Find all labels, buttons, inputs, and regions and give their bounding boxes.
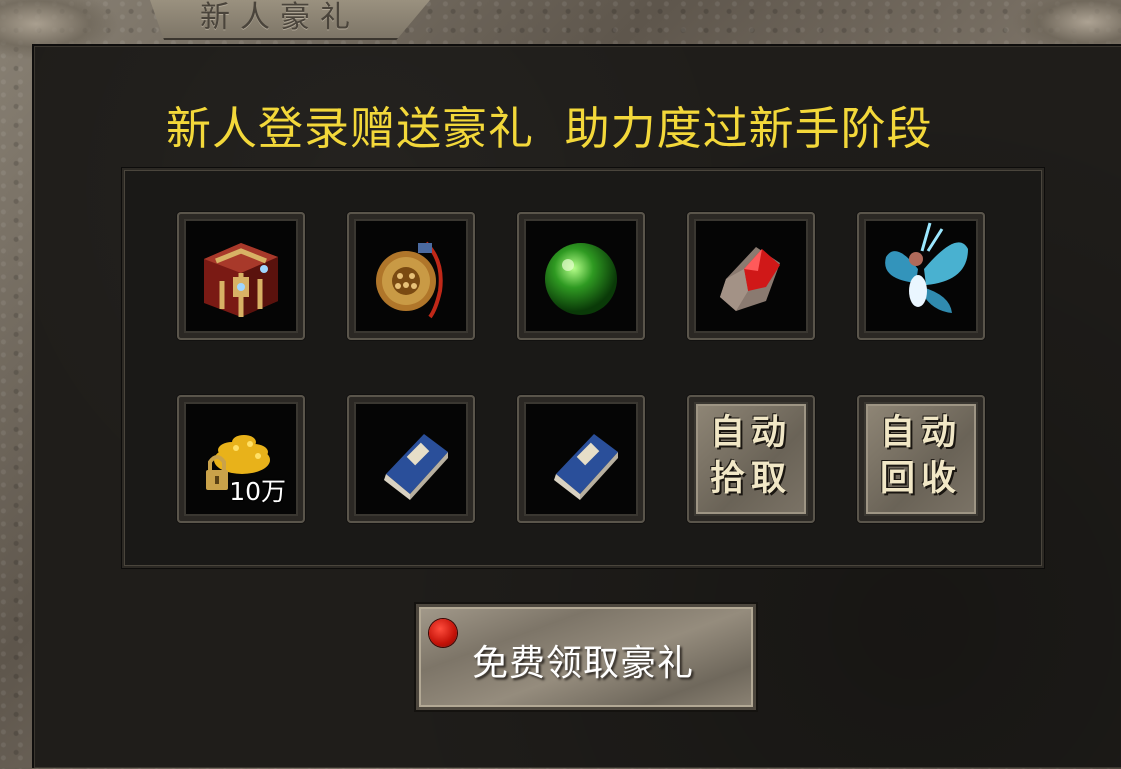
bronze-medallion-icon: [376, 241, 443, 319]
blue-skill-book-icon: [384, 434, 448, 500]
reward-slot[interactable]: [517, 395, 645, 523]
window-title: 新人豪礼: [200, 0, 360, 35]
headline: 新人登录赠送豪礼 助力度过新手阶段: [166, 102, 933, 155]
reward-slot[interactable]: [347, 395, 475, 523]
auto-recycle-label: 自动 回收: [879, 412, 962, 499]
blue-skill-book-icon: [554, 434, 618, 500]
reward-slot[interactable]: [857, 212, 985, 340]
green-orb-icon: [545, 243, 617, 315]
notification-dot-icon: [429, 619, 457, 647]
claim-gift-button[interactable]: 免费领取豪礼: [416, 604, 756, 710]
auto-recycle-slot[interactable]: 自动 回收: [857, 395, 985, 523]
reward-slot[interactable]: [517, 212, 645, 340]
reward-slot[interactable]: [177, 212, 305, 340]
reward-slot[interactable]: [687, 212, 815, 340]
red-gem-icon: [720, 247, 780, 311]
reward-slot[interactable]: [347, 212, 475, 340]
fairy-wings-icon: [885, 222, 968, 313]
treasure-chest-icon: [204, 243, 278, 317]
auto-pickup-label: 自动 拾取: [709, 412, 792, 499]
gold-amount: 10万: [229, 477, 286, 506]
claim-gift-label: 免费领取豪礼: [472, 643, 695, 684]
auto-pickup-slot[interactable]: 自动 拾取: [687, 395, 815, 523]
reward-slot[interactable]: 10万: [177, 395, 305, 523]
